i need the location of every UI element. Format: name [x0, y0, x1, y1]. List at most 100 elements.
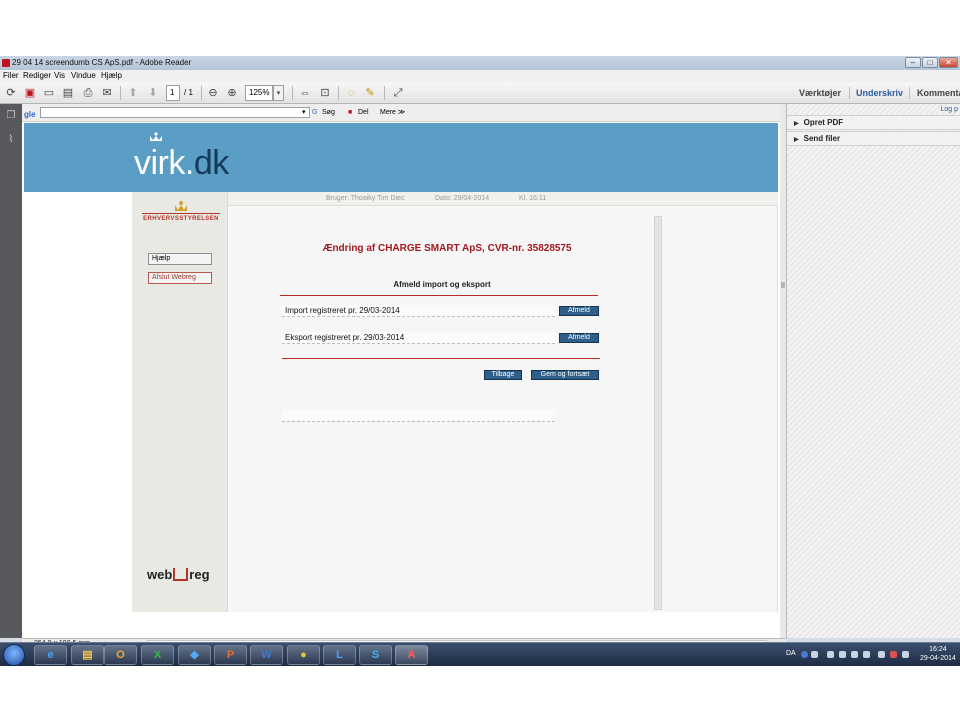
taskbar-skype[interactable]: S	[359, 645, 392, 665]
share-icon: ■	[348, 109, 353, 116]
virk-logo[interactable]: virk.dk	[134, 143, 229, 183]
afmeld-import-button[interactable]: Afmeld	[559, 306, 599, 316]
google-search-dropdown-chevron-down-icon[interactable]: ▾	[302, 105, 306, 121]
page-number-input[interactable]: 1	[166, 85, 180, 101]
taskbar-explorer[interactable]: ▤	[71, 645, 104, 665]
tray-icon[interactable]	[851, 651, 858, 658]
taskbar-word[interactable]: W	[250, 645, 283, 665]
tray-icon[interactable]	[863, 651, 870, 658]
language-indicator[interactable]: DA	[786, 650, 796, 657]
tray-icon[interactable]	[839, 651, 846, 658]
taskbar-excel[interactable]: X	[141, 645, 174, 665]
screen: 29 04 14 screendumb CS ApS.pdf - Adobe R…	[0, 56, 960, 666]
comment-icon[interactable]: ◌	[343, 85, 359, 101]
volume-icon[interactable]	[902, 651, 909, 658]
expand-icon[interactable]: ⤢	[390, 85, 406, 101]
tools-link[interactable]: Værktøjer	[799, 82, 841, 104]
taskbar-internet-explorer[interactable]: e	[34, 645, 67, 665]
afmeld-eksport-button[interactable]: Afmeld	[559, 333, 599, 343]
google-search-input[interactable]	[40, 107, 310, 118]
taskbar-lync[interactable]: L	[323, 645, 356, 665]
current-time: Kl. 16:11	[519, 195, 547, 202]
comment-link[interactable]: Kommentar	[917, 82, 960, 104]
adobe-reader-icon	[2, 59, 10, 67]
crest-crown-icon	[175, 201, 187, 211]
save-continue-button[interactable]: Gem og fortsæt	[531, 370, 599, 380]
adobe-icon[interactable]: ▣	[22, 85, 38, 101]
create-pdf-icon[interactable]: ⟳	[3, 85, 19, 101]
google-search-button[interactable]: Søg	[322, 105, 335, 121]
page-total: / 1	[184, 88, 193, 97]
crown-icon	[150, 132, 162, 141]
close-button[interactable]: ✕	[939, 57, 958, 68]
expand-arrow-icon: ▶	[794, 137, 799, 143]
print-icon[interactable]: ⎙	[80, 85, 96, 101]
menu-item-vindue[interactable]: Vindue	[71, 70, 96, 82]
pages-icon[interactable]: ❐	[5, 110, 17, 122]
start-button[interactable]	[3, 644, 25, 666]
eksport-row-label: Eksport registreret pr. 29/03-2014	[282, 332, 555, 344]
webreg-envelope-icon	[173, 568, 189, 581]
google-more-button[interactable]: Mere ≫	[380, 105, 405, 121]
webreg-sidebar: ERHVERVSSTYRELSEN Hjælp Afslut Webreg we…	[132, 192, 228, 612]
tray-icon[interactable]	[811, 651, 818, 658]
expand-arrow-icon: ▶	[794, 121, 799, 127]
section-heading: Afmeld import og eksport	[393, 280, 491, 289]
menu-item-filer[interactable]: Filer	[3, 70, 19, 82]
menu-item-vis[interactable]: Vis	[54, 70, 65, 82]
navigation-pane: ❐ ⌇	[0, 104, 22, 638]
help-tray-icon[interactable]	[801, 651, 808, 658]
divider	[280, 295, 598, 296]
zoom-out-icon[interactable]: ⊖	[205, 85, 221, 101]
attachments-icon[interactable]: ⌇	[5, 134, 17, 146]
taskbar-chrome[interactable]: ●	[287, 645, 320, 665]
erhvervsstyrelsen-logo: ERHVERVSSTYRELSEN	[142, 200, 220, 226]
taskbar-powerpoint[interactable]: P	[214, 645, 247, 665]
crest-text: ERHVERVSSTYRELSEN	[143, 216, 219, 222]
help-button[interactable]: Hjælp	[148, 253, 212, 265]
menu-item-rediger[interactable]: Rediger	[23, 70, 51, 82]
taskbar-adobe-reader[interactable]: A	[395, 645, 428, 665]
page-scrollbar[interactable]	[654, 216, 662, 610]
page-heading: Ændring af CHARGE SMART ApS, CVR-nr. 358…	[322, 243, 572, 254]
minimize-button[interactable]: –	[905, 57, 921, 68]
google-share-button[interactable]: Del	[358, 105, 369, 121]
google-toolbar: gle ▾ G Søg ■ Del Mere ≫	[22, 104, 780, 122]
open-icon[interactable]: ▭	[41, 85, 57, 101]
dropbox-tray-icon[interactable]	[827, 651, 834, 658]
google-logo: gle	[24, 110, 36, 119]
menu-bar: Filer Rediger Vis Vindue Hjælp	[0, 70, 960, 82]
maximize-button[interactable]: □	[922, 57, 938, 68]
quit-webreg-button[interactable]: Afslut Webreg	[148, 272, 212, 284]
clock[interactable]: 16:24 29-04-2014	[920, 645, 956, 663]
zoom-dropdown-chevron-down-icon[interactable]: ▾	[273, 85, 284, 101]
fit-page-icon[interactable]: ⇔	[297, 85, 313, 101]
window-title: 29 04 14 screendumb CS ApS.pdf - Adobe R…	[12, 58, 192, 67]
email-icon[interactable]: ✉	[99, 85, 115, 101]
save-icon[interactable]: ▤	[60, 85, 76, 101]
next-page-icon[interactable]: ⬇	[145, 85, 161, 101]
document-bottom	[22, 612, 780, 638]
highlight-icon[interactable]: ✎	[362, 85, 378, 101]
flag-icon[interactable]	[890, 651, 897, 658]
taskbar-outlook[interactable]: O	[104, 645, 137, 665]
network-icon[interactable]	[878, 651, 885, 658]
webreg-page: ERHVERVSSTYRELSEN Hjælp Afslut Webreg we…	[132, 192, 778, 612]
window-title-bar: 29 04 14 screendumb CS ApS.pdf - Adobe R…	[0, 56, 960, 70]
login-link[interactable]: Log p	[940, 106, 958, 113]
previous-page-icon[interactable]: ⬆	[125, 85, 141, 101]
toolbar: ⟳ ▣ ▭ ▤ ⎙ ✉ ⬆ ⬇ 1 / 1 ⊖ ⊕ 125% ▾ ⇔ ⊡ ◌ ✎…	[0, 82, 960, 104]
tools-panel: Log p ▶ Opret PDF ▶ Send filer	[786, 104, 960, 638]
user-info-bar: Bruger: Thoaiky Tim Diec Dato: 29/04-201…	[228, 192, 778, 206]
taskbar-dropbox[interactable]: ◆	[178, 645, 211, 665]
user-name: Bruger: Thoaiky Tim Diec	[326, 195, 405, 202]
back-button[interactable]: Tilbage	[484, 370, 522, 380]
menu-item-hjaelp[interactable]: Hjælp	[101, 70, 122, 82]
sign-link[interactable]: Underskriv	[856, 82, 903, 104]
create-pdf-item[interactable]: ▶ Opret PDF	[787, 115, 960, 130]
fit-width-icon[interactable]: ⊡	[317, 85, 333, 101]
zoom-in-icon[interactable]: ⊕	[224, 85, 240, 101]
windows-taskbar: e ▤ O X ◆ P W ● L S A DA 16:24 29-04-2014	[0, 642, 960, 666]
send-files-item[interactable]: ▶ Send filer	[787, 131, 960, 146]
zoom-input[interactable]: 125%	[245, 85, 273, 101]
